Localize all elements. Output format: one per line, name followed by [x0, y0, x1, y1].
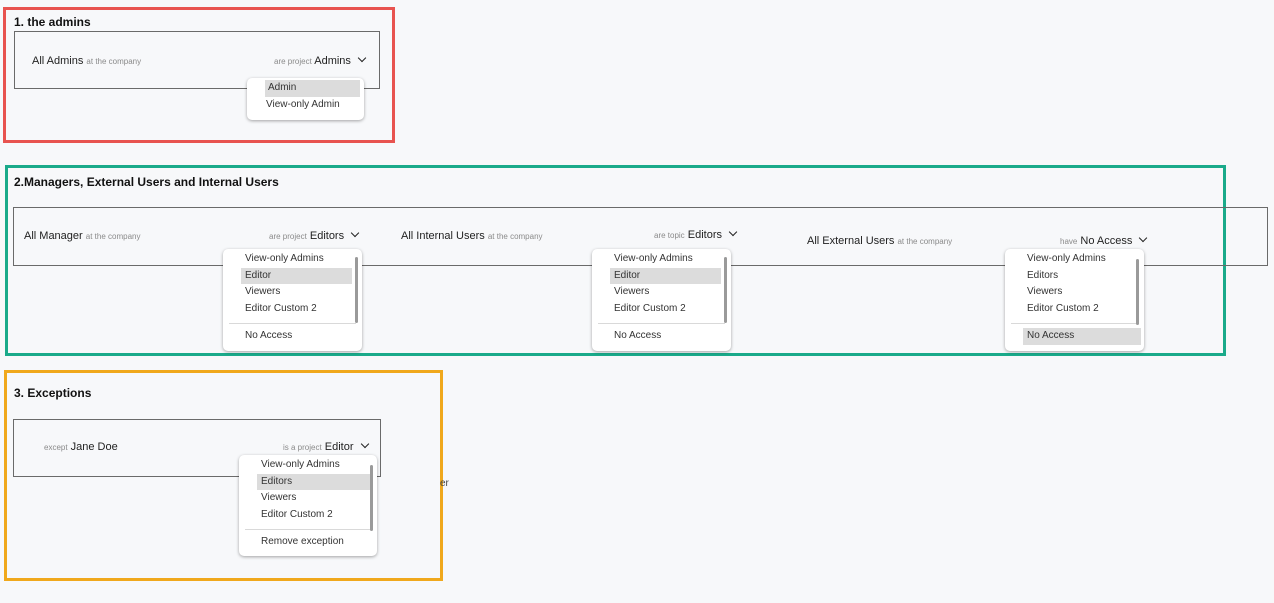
dropdown-option[interactable]: Viewers: [592, 284, 731, 301]
admins-subject-scope: at the company: [86, 57, 142, 66]
dropdown-divider: [229, 323, 356, 324]
internal-subject-scope: at the company: [487, 232, 543, 241]
dropdown-option[interactable]: Editor Custom 2: [223, 301, 362, 318]
dropdown-option[interactable]: View-only Admins: [1005, 251, 1144, 268]
dropdown-option[interactable]: Viewers: [239, 490, 377, 507]
external-role-value: No Access: [1080, 235, 1133, 247]
chevron-down-icon: [360, 439, 369, 449]
dropdown-option[interactable]: No Access: [1023, 328, 1141, 345]
chevron-down-icon: [728, 227, 738, 237]
dropdown-scrollbar[interactable]: [1136, 259, 1139, 325]
manager-subject-scope: at the company: [85, 232, 141, 241]
exception-role-value: Editor: [324, 441, 354, 453]
admins-role-verb: are project: [274, 57, 312, 66]
dropdown-option[interactable]: Viewers: [223, 284, 362, 301]
dropdown-option[interactable]: Editors: [1005, 268, 1144, 285]
external-role-select[interactable]: have No Access: [1060, 233, 1148, 247]
internal-subject: All Internal Users at the company: [401, 230, 543, 242]
exception-subject: except Jane Doe: [44, 441, 118, 453]
chevron-down-icon: [357, 53, 367, 63]
dropdown-option[interactable]: View-only Admin: [247, 97, 364, 114]
external-subject-scope: at the company: [897, 237, 953, 246]
exception-role-dropdown: View-only Admins Editors Viewers Editor …: [239, 455, 377, 556]
internal-role-value: Editors: [687, 229, 722, 241]
dropdown-option[interactable]: Editors: [257, 473, 370, 490]
external-subject-name: All External Users: [807, 235, 895, 247]
admins-subject-name: All Admins: [32, 55, 84, 67]
dropdown-divider: [1011, 323, 1138, 324]
external-role-dropdown: View-only Admins Editors Viewers Editor …: [1005, 249, 1144, 351]
chevron-down-icon: [350, 228, 360, 238]
stray-text: er: [440, 478, 449, 489]
dropdown-option[interactable]: View-only Admins: [223, 251, 362, 268]
internal-subject-name: All Internal Users: [401, 230, 485, 242]
manager-subject: All Manager at the company: [24, 230, 140, 242]
dropdown-option[interactable]: Editor Custom 2: [239, 507, 377, 524]
dropdown-option[interactable]: Viewers: [1005, 284, 1144, 301]
admins-role-select[interactable]: are project Admins: [274, 53, 367, 67]
dropdown-option[interactable]: Editor Custom 2: [1005, 301, 1144, 318]
internal-role-dropdown: View-only Admins Editor Viewers Editor C…: [592, 249, 731, 351]
manager-role-verb: are project: [269, 232, 307, 241]
dropdown-option[interactable]: Editor Custom 2: [592, 301, 731, 318]
admins-section-title: 1. the admins: [14, 15, 91, 29]
dropdown-option[interactable]: Remove exception: [239, 534, 377, 551]
dropdown-option[interactable]: No Access: [592, 328, 731, 345]
internal-role-verb: are topic: [654, 231, 685, 240]
exception-role-select[interactable]: is a project Editor: [283, 439, 369, 453]
exception-subject-name: Jane Doe: [70, 441, 118, 453]
dropdown-option[interactable]: View-only Admins: [592, 251, 731, 268]
dropdown-scrollbar[interactable]: [355, 257, 358, 323]
manager-subject-name: All Manager: [24, 230, 83, 242]
dropdown-divider: [245, 529, 371, 530]
chevron-down-icon: [1139, 233, 1148, 243]
external-subject: All External Users at the company: [807, 235, 952, 247]
dropdown-divider: [598, 323, 725, 324]
dropdown-option[interactable]: Editor: [241, 267, 352, 284]
manager-role-dropdown: View-only Admins Editor Viewers Editor C…: [223, 249, 362, 351]
exception-role-verb: is a project: [283, 443, 322, 452]
dropdown-option[interactable]: View-only Admins: [239, 457, 377, 474]
internal-role-select[interactable]: are topic Editors: [654, 227, 738, 241]
exception-prefix: except: [44, 443, 68, 452]
admins-role-dropdown: Admin View-only Admin: [247, 78, 364, 120]
dropdown-option[interactable]: Editor: [610, 267, 721, 284]
exceptions-section-title: 3. Exceptions: [14, 386, 92, 400]
external-role-verb: have: [1060, 237, 1078, 246]
dropdown-option[interactable]: No Access: [223, 328, 362, 345]
manager-role-value: Editors: [309, 230, 345, 242]
dropdown-scrollbar[interactable]: [370, 465, 373, 531]
dropdown-scrollbar[interactable]: [724, 257, 727, 323]
managers-section-title: 2.Managers, External Users and Internal …: [14, 175, 279, 189]
dropdown-option[interactable]: Admin: [265, 80, 360, 97]
admins-subject: All Admins at the company: [32, 55, 141, 67]
admins-role-value: Admins: [314, 55, 351, 67]
manager-role-select[interactable]: are project Editors: [269, 228, 360, 242]
